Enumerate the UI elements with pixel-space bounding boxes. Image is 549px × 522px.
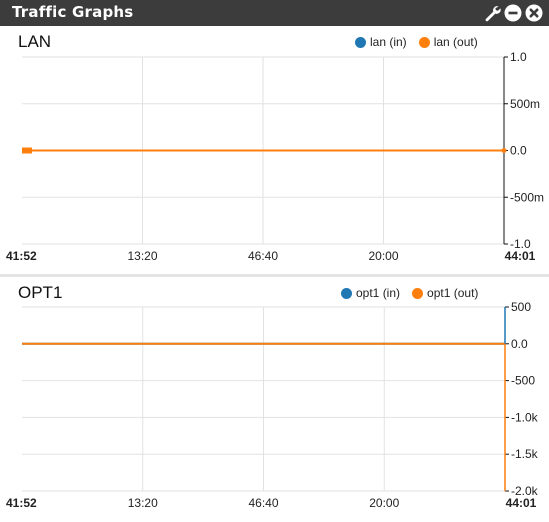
widget-header: Traffic Graphs <box>0 0 549 26</box>
series-start-marker <box>22 147 32 154</box>
y-tick-label: 500m <box>510 97 540 111</box>
lan-graph-panel: LAN lan (in) lan (out) 1.0 500m 0.0 -500m -1… <box>0 26 549 274</box>
series-end-marker <box>501 148 507 153</box>
x-tick-label: 44:01 <box>506 496 537 510</box>
y-tick-label: -1.5k <box>511 447 539 461</box>
widget-title: Traffic Graphs <box>12 3 134 21</box>
x-tick-label: 46:40 <box>248 249 278 263</box>
lan-chart: 1.0500m0.0-500m-1.041:52 13:20 46:40 20:00 4… <box>6 50 544 263</box>
wrench-icon[interactable] <box>483 4 501 22</box>
x-tick-label: 13:20 <box>128 496 158 510</box>
x-tick-label: 41:52 <box>6 249 37 263</box>
y-tick-label: -1.0k <box>511 410 539 424</box>
minimize-icon[interactable] <box>504 4 522 22</box>
widget-controls <box>483 4 543 22</box>
y-tick-label: -500m <box>510 190 544 204</box>
x-tick-label: 20:00 <box>368 249 398 263</box>
traffic-graphs-widget: Traffic Graphs LAN lan (in) lan (out) 1.… <box>0 0 549 522</box>
x-tick-label: 46:40 <box>248 496 278 510</box>
y-tick-label: 0.0 <box>510 144 527 158</box>
y-tick-label: 500 <box>511 300 531 314</box>
y-tick-label: 1.0 <box>510 50 527 64</box>
opt1-graph-panel: OPT1 opt1 (in) opt1 (out) 500 0.0 -500 -1.0… <box>0 277 549 522</box>
y-tick-label: -500 <box>511 374 535 388</box>
x-tick-label: 41:52 <box>6 496 37 510</box>
y-tick-label: 0.0 <box>511 337 528 351</box>
x-tick-label: 44:01 <box>505 249 536 263</box>
opt1-chart: 5000.0-500-1.0k-1.5k-2.0k41:52 13:20 46:40… <box>6 300 539 510</box>
x-tick-label: 20:00 <box>369 496 399 510</box>
close-icon[interactable] <box>525 4 543 22</box>
x-tick-label: 13:20 <box>127 249 157 263</box>
